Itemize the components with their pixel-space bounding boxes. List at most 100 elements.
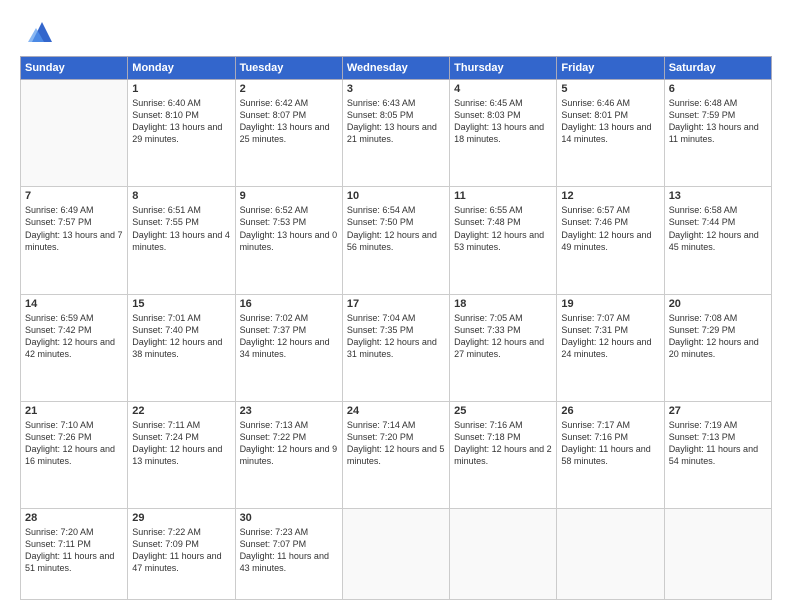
day-number: 4 xyxy=(454,83,552,95)
calendar-cell: 22 Sunrise: 7:11 AMSunset: 7:24 PMDaylig… xyxy=(128,401,235,508)
calendar-cell: 27 Sunrise: 7:19 AMSunset: 7:13 PMDaylig… xyxy=(664,401,771,508)
day-info: Sunrise: 7:05 AMSunset: 7:33 PMDaylight:… xyxy=(454,312,552,361)
calendar-cell: 9 Sunrise: 6:52 AMSunset: 7:53 PMDayligh… xyxy=(235,187,342,294)
calendar-cell: 5 Sunrise: 6:46 AMSunset: 8:01 PMDayligh… xyxy=(557,80,664,187)
calendar-cell xyxy=(21,80,128,187)
calendar-cell: 25 Sunrise: 7:16 AMSunset: 7:18 PMDaylig… xyxy=(450,401,557,508)
day-number: 9 xyxy=(240,190,338,202)
calendar-cell: 18 Sunrise: 7:05 AMSunset: 7:33 PMDaylig… xyxy=(450,294,557,401)
day-info: Sunrise: 6:40 AMSunset: 8:10 PMDaylight:… xyxy=(132,97,230,146)
day-info: Sunrise: 7:10 AMSunset: 7:26 PMDaylight:… xyxy=(25,419,123,468)
col-header-tuesday: Tuesday xyxy=(235,57,342,80)
calendar-week-row: 1 Sunrise: 6:40 AMSunset: 8:10 PMDayligh… xyxy=(21,80,772,187)
day-info: Sunrise: 7:01 AMSunset: 7:40 PMDaylight:… xyxy=(132,312,230,361)
day-info: Sunrise: 6:52 AMSunset: 7:53 PMDaylight:… xyxy=(240,204,338,253)
calendar-cell xyxy=(664,509,771,600)
day-info: Sunrise: 7:19 AMSunset: 7:13 PMDaylight:… xyxy=(669,419,767,468)
day-info: Sunrise: 6:55 AMSunset: 7:48 PMDaylight:… xyxy=(454,204,552,253)
calendar-cell: 4 Sunrise: 6:45 AMSunset: 8:03 PMDayligh… xyxy=(450,80,557,187)
calendar-cell: 8 Sunrise: 6:51 AMSunset: 7:55 PMDayligh… xyxy=(128,187,235,294)
day-info: Sunrise: 7:07 AMSunset: 7:31 PMDaylight:… xyxy=(561,312,659,361)
calendar-table: SundayMondayTuesdayWednesdayThursdayFrid… xyxy=(20,56,772,600)
day-info: Sunrise: 7:04 AMSunset: 7:35 PMDaylight:… xyxy=(347,312,445,361)
calendar-week-row: 21 Sunrise: 7:10 AMSunset: 7:26 PMDaylig… xyxy=(21,401,772,508)
calendar-cell: 24 Sunrise: 7:14 AMSunset: 7:20 PMDaylig… xyxy=(342,401,449,508)
day-number: 19 xyxy=(561,298,659,310)
calendar-cell: 28 Sunrise: 7:20 AMSunset: 7:11 PMDaylig… xyxy=(21,509,128,600)
day-info: Sunrise: 6:49 AMSunset: 7:57 PMDaylight:… xyxy=(25,204,123,253)
day-info: Sunrise: 7:16 AMSunset: 7:18 PMDaylight:… xyxy=(454,419,552,468)
day-info: Sunrise: 6:57 AMSunset: 7:46 PMDaylight:… xyxy=(561,204,659,253)
day-number: 6 xyxy=(669,83,767,95)
day-number: 28 xyxy=(25,512,123,524)
calendar-week-row: 28 Sunrise: 7:20 AMSunset: 7:11 PMDaylig… xyxy=(21,509,772,600)
calendar-cell: 29 Sunrise: 7:22 AMSunset: 7:09 PMDaylig… xyxy=(128,509,235,600)
day-info: Sunrise: 6:58 AMSunset: 7:44 PMDaylight:… xyxy=(669,204,767,253)
day-info: Sunrise: 7:23 AMSunset: 7:07 PMDaylight:… xyxy=(240,526,338,575)
col-header-thursday: Thursday xyxy=(450,57,557,80)
day-info: Sunrise: 7:14 AMSunset: 7:20 PMDaylight:… xyxy=(347,419,445,468)
day-info: Sunrise: 7:08 AMSunset: 7:29 PMDaylight:… xyxy=(669,312,767,361)
day-info: Sunrise: 6:51 AMSunset: 7:55 PMDaylight:… xyxy=(132,204,230,253)
calendar-cell: 12 Sunrise: 6:57 AMSunset: 7:46 PMDaylig… xyxy=(557,187,664,294)
col-header-saturday: Saturday xyxy=(664,57,771,80)
calendar-cell: 10 Sunrise: 6:54 AMSunset: 7:50 PMDaylig… xyxy=(342,187,449,294)
day-number: 10 xyxy=(347,190,445,202)
day-number: 17 xyxy=(347,298,445,310)
day-number: 21 xyxy=(25,405,123,417)
day-info: Sunrise: 7:22 AMSunset: 7:09 PMDaylight:… xyxy=(132,526,230,575)
day-number: 24 xyxy=(347,405,445,417)
calendar-cell: 11 Sunrise: 6:55 AMSunset: 7:48 PMDaylig… xyxy=(450,187,557,294)
calendar-cell: 21 Sunrise: 7:10 AMSunset: 7:26 PMDaylig… xyxy=(21,401,128,508)
calendar-cell: 7 Sunrise: 6:49 AMSunset: 7:57 PMDayligh… xyxy=(21,187,128,294)
calendar-header-row: SundayMondayTuesdayWednesdayThursdayFrid… xyxy=(21,57,772,80)
day-number: 30 xyxy=(240,512,338,524)
calendar-cell xyxy=(342,509,449,600)
day-info: Sunrise: 7:11 AMSunset: 7:24 PMDaylight:… xyxy=(132,419,230,468)
calendar-cell xyxy=(557,509,664,600)
logo-icon xyxy=(24,18,52,46)
calendar-cell: 16 Sunrise: 7:02 AMSunset: 7:37 PMDaylig… xyxy=(235,294,342,401)
calendar-cell xyxy=(450,509,557,600)
calendar-cell: 1 Sunrise: 6:40 AMSunset: 8:10 PMDayligh… xyxy=(128,80,235,187)
day-number: 22 xyxy=(132,405,230,417)
header xyxy=(20,18,772,46)
day-info: Sunrise: 7:13 AMSunset: 7:22 PMDaylight:… xyxy=(240,419,338,468)
col-header-sunday: Sunday xyxy=(21,57,128,80)
day-info: Sunrise: 6:46 AMSunset: 8:01 PMDaylight:… xyxy=(561,97,659,146)
day-info: Sunrise: 7:02 AMSunset: 7:37 PMDaylight:… xyxy=(240,312,338,361)
calendar-cell: 30 Sunrise: 7:23 AMSunset: 7:07 PMDaylig… xyxy=(235,509,342,600)
day-number: 13 xyxy=(669,190,767,202)
calendar-cell: 17 Sunrise: 7:04 AMSunset: 7:35 PMDaylig… xyxy=(342,294,449,401)
day-number: 15 xyxy=(132,298,230,310)
day-number: 23 xyxy=(240,405,338,417)
day-info: Sunrise: 6:43 AMSunset: 8:05 PMDaylight:… xyxy=(347,97,445,146)
day-number: 2 xyxy=(240,83,338,95)
day-number: 16 xyxy=(240,298,338,310)
day-number: 11 xyxy=(454,190,552,202)
day-info: Sunrise: 7:20 AMSunset: 7:11 PMDaylight:… xyxy=(25,526,123,575)
day-number: 14 xyxy=(25,298,123,310)
calendar-cell: 20 Sunrise: 7:08 AMSunset: 7:29 PMDaylig… xyxy=(664,294,771,401)
day-number: 12 xyxy=(561,190,659,202)
calendar-week-row: 7 Sunrise: 6:49 AMSunset: 7:57 PMDayligh… xyxy=(21,187,772,294)
day-info: Sunrise: 6:48 AMSunset: 7:59 PMDaylight:… xyxy=(669,97,767,146)
calendar-cell: 6 Sunrise: 6:48 AMSunset: 7:59 PMDayligh… xyxy=(664,80,771,187)
calendar-cell: 26 Sunrise: 7:17 AMSunset: 7:16 PMDaylig… xyxy=(557,401,664,508)
calendar-cell: 14 Sunrise: 6:59 AMSunset: 7:42 PMDaylig… xyxy=(21,294,128,401)
day-info: Sunrise: 7:17 AMSunset: 7:16 PMDaylight:… xyxy=(561,419,659,468)
day-info: Sunrise: 6:42 AMSunset: 8:07 PMDaylight:… xyxy=(240,97,338,146)
logo xyxy=(20,18,52,46)
calendar-cell: 15 Sunrise: 7:01 AMSunset: 7:40 PMDaylig… xyxy=(128,294,235,401)
calendar-week-row: 14 Sunrise: 6:59 AMSunset: 7:42 PMDaylig… xyxy=(21,294,772,401)
day-number: 5 xyxy=(561,83,659,95)
day-info: Sunrise: 6:54 AMSunset: 7:50 PMDaylight:… xyxy=(347,204,445,253)
calendar-cell: 3 Sunrise: 6:43 AMSunset: 8:05 PMDayligh… xyxy=(342,80,449,187)
calendar-cell: 13 Sunrise: 6:58 AMSunset: 7:44 PMDaylig… xyxy=(664,187,771,294)
calendar-cell: 2 Sunrise: 6:42 AMSunset: 8:07 PMDayligh… xyxy=(235,80,342,187)
day-number: 20 xyxy=(669,298,767,310)
col-header-monday: Monday xyxy=(128,57,235,80)
col-header-wednesday: Wednesday xyxy=(342,57,449,80)
calendar-cell: 23 Sunrise: 7:13 AMSunset: 7:22 PMDaylig… xyxy=(235,401,342,508)
day-number: 29 xyxy=(132,512,230,524)
